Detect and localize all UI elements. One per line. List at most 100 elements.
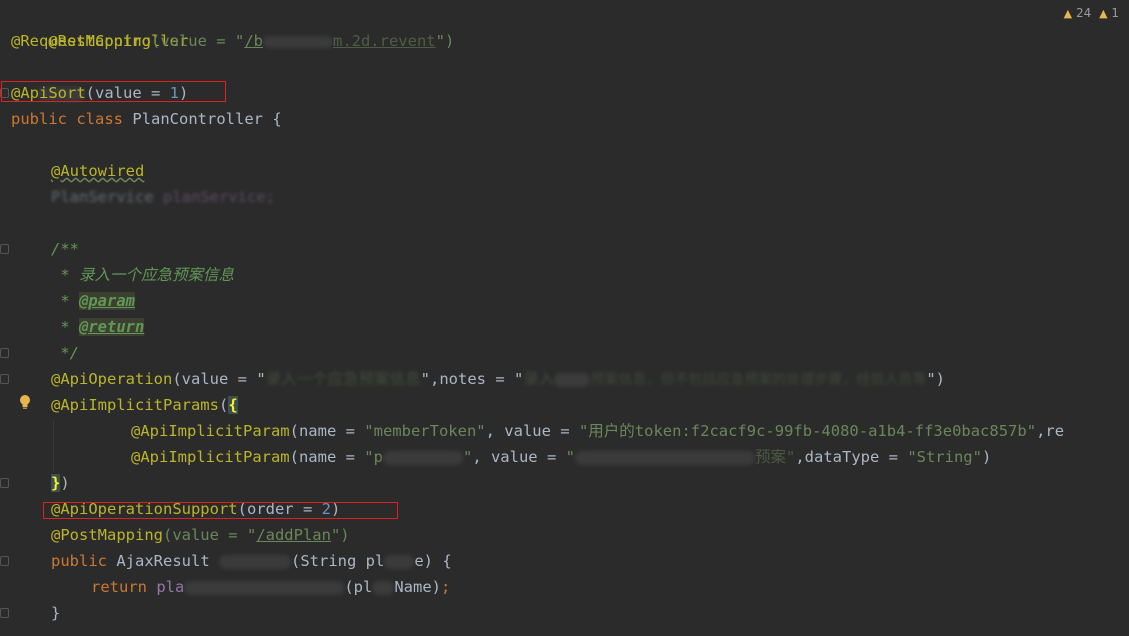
redacted-blur xyxy=(262,35,333,48)
code-text: , value = xyxy=(485,422,579,440)
code-line-19[interactable]: }) xyxy=(51,470,70,496)
warning-count: 24 xyxy=(1075,6,1092,20)
closing-brace: } xyxy=(51,604,61,622)
code-text: " xyxy=(462,448,473,466)
code-line-21[interactable]: @PostMapping(value = "/addPlan") xyxy=(51,522,350,548)
fold-marker[interactable] xyxy=(0,608,9,618)
field-type: PlanService xyxy=(51,188,154,206)
code-line-16[interactable]: @ApiImplicitParams({ xyxy=(51,392,238,418)
annotation-api-operation: @ApiOperation xyxy=(51,370,173,388)
annotation-api-implicit-params: @ApiImplicitParams xyxy=(51,396,219,414)
redacted-blur xyxy=(219,554,291,569)
operation-value: 录入一个应急预案信息 xyxy=(265,370,421,388)
param-value-token: "用户的token:f2cacf9c-99fb-4080-a1b4-ff3e0b… xyxy=(578,422,1037,440)
doc-comment: /** xyxy=(51,240,79,258)
field-name: planService; xyxy=(163,188,275,206)
lightbulb-icon[interactable] xyxy=(19,394,31,410)
code-line-13[interactable]: * @return xyxy=(51,314,145,340)
class-name: PlanController { xyxy=(132,110,282,128)
code-line-1[interactable]: @RestController xyxy=(11,2,188,50)
code-line-22[interactable]: public AjaxResult (String pl e) { xyxy=(51,548,452,574)
redacted-blur xyxy=(372,580,395,595)
fold-marker[interactable] xyxy=(0,348,9,358)
redacted-blur xyxy=(384,554,415,569)
keyword-class: class xyxy=(76,110,124,128)
code-line-15[interactable]: @ApiOperation(value = "录入一个应急预案信息",notes… xyxy=(51,366,945,392)
param-data-type: "String" xyxy=(907,448,982,466)
doc-comment: */ xyxy=(51,344,79,362)
annotation-api-implicit-param: @ApiImplicitParam xyxy=(131,448,290,466)
code-text: ) xyxy=(60,474,70,492)
code-line-5[interactable]: public class PlanController { xyxy=(11,106,282,132)
fold-marker[interactable] xyxy=(0,374,9,384)
code-text: pla xyxy=(156,578,185,596)
javadoc-param-tag: @param xyxy=(79,292,135,310)
fold-marker[interactable] xyxy=(0,556,9,566)
return-type: AjaxResult xyxy=(116,552,219,570)
warning-triangle-icon: ▲ xyxy=(1063,7,1073,20)
code-text: (name = xyxy=(289,422,365,440)
code-line-23[interactable]: return pla (pl Name); xyxy=(91,574,450,600)
code-line-12[interactable]: * @param xyxy=(51,288,135,314)
code-line-3[interactable] xyxy=(11,54,86,101)
request-mapping-path-tail[interactable]: m.2d.revent xyxy=(333,32,436,50)
code-line-10[interactable]: /** xyxy=(51,236,79,262)
code-text: Name) xyxy=(394,578,442,596)
doc-comment: * xyxy=(51,318,79,336)
code-line-7[interactable]: @Autowired xyxy=(51,158,144,184)
code-line-18[interactable]: @ApiImplicitParam(name = "p ", value = " 预… xyxy=(131,444,991,470)
code-text: (value = " xyxy=(172,370,266,388)
matched-brace-open: { xyxy=(228,396,238,414)
code-line-17[interactable]: @ApiImplicitParam(name = "memberToken", … xyxy=(131,418,1064,444)
code-line-8[interactable]: PlanService planService; xyxy=(51,184,275,210)
annotation-post-mapping: @PostMapping xyxy=(51,526,163,544)
code-line-2[interactable]: @RequestMapping(value = "/b m.2d.revent") xyxy=(11,28,454,54)
code-line-14[interactable]: */ xyxy=(51,340,79,366)
redacted-blur xyxy=(382,450,463,465)
method-params: (String pl xyxy=(291,552,385,570)
highlight-box-operation-support xyxy=(43,502,398,519)
code-text: ",notes = " xyxy=(420,370,524,388)
code-text: ; xyxy=(441,578,451,596)
code-text: (value = " xyxy=(150,32,245,50)
annotation-api-implicit-param: @ApiImplicitParam xyxy=(131,422,290,440)
code-text: e) { xyxy=(414,552,452,570)
param-name-member-token: "memberToken" xyxy=(364,422,486,440)
code-text: ,re xyxy=(1036,422,1065,440)
code-text: ") xyxy=(926,370,946,388)
param-name: "p xyxy=(364,448,383,466)
code-text: (pl xyxy=(344,578,373,596)
doc-comment: * xyxy=(51,292,79,310)
operation-notes-tail: 预案信息，但不包括应急预案的处理步骤，经验人员等 xyxy=(590,372,927,388)
code-text: ") xyxy=(435,32,455,50)
code-text: (value = " xyxy=(162,526,257,544)
matched-brace-close: } xyxy=(51,474,61,492)
redacted-blur xyxy=(574,450,755,465)
indent-guide xyxy=(53,420,54,472)
post-mapping-path[interactable]: /addPlan xyxy=(256,526,331,544)
doc-comment: * 录入一个应急预案信息 xyxy=(51,266,234,284)
code-text: (name = xyxy=(289,448,365,466)
code-text: ) xyxy=(981,448,992,466)
inspection-widget[interactable]: ▲ 24 ▲ 1 xyxy=(1064,6,1119,20)
keyword-public: public xyxy=(51,552,107,570)
keyword-return: return xyxy=(91,578,147,596)
code-line-11[interactable]: * 录入一个应急预案信息 xyxy=(51,262,234,288)
warning-triangle-icon: ▲ xyxy=(1099,7,1108,20)
code-text: , value = xyxy=(472,448,566,466)
request-mapping-path[interactable]: /b xyxy=(244,32,263,50)
operation-notes: 录入 xyxy=(523,370,555,388)
keyword-public: public xyxy=(11,110,67,128)
redacted-blur xyxy=(184,580,345,595)
javadoc-return-tag: @return xyxy=(79,318,145,336)
fold-marker[interactable] xyxy=(0,478,9,488)
code-line-24[interactable]: } xyxy=(51,600,60,626)
highlight-box-api-sort xyxy=(1,81,226,102)
fold-marker[interactable] xyxy=(0,244,9,254)
annotation-request-mapping: @RequestMapping xyxy=(11,32,151,50)
redacted-blur xyxy=(554,372,591,387)
code-editor[interactable]: ▲ 24 ▲ 1 @RestController @RequestMapping… xyxy=(0,0,1129,636)
param-value: 预案" xyxy=(754,448,796,466)
code-text: " xyxy=(565,448,575,466)
annotation-autowired: @Autowired xyxy=(51,162,145,180)
